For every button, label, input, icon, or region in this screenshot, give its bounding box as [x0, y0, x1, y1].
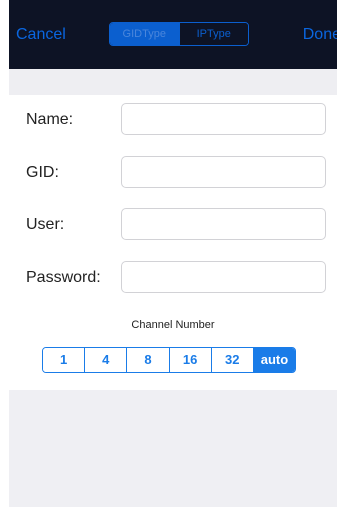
name-field[interactable]	[121, 103, 326, 135]
password-label: Password:	[26, 269, 101, 286]
channel-number-title: Channel Number	[131, 319, 215, 331]
user-row: User:	[9, 208, 337, 242]
segment-ip-type[interactable]: IPType	[178, 23, 248, 45]
user-field[interactable]	[121, 208, 326, 240]
user-label: User:	[26, 216, 65, 233]
channel-option-4[interactable]: 4	[84, 348, 127, 372]
navigation-bar: Cancel GIDType IPType Done	[9, 0, 337, 69]
gid-field[interactable]	[121, 156, 326, 188]
channel-option-auto[interactable]: auto	[252, 348, 295, 372]
done-button[interactable]: Done	[303, 25, 337, 45]
channel-number-segmented-control: 1 4 8 16 32 auto	[42, 347, 296, 373]
name-row: Name:	[9, 103, 337, 137]
gid-row: GID:	[9, 156, 337, 190]
bottom-empty-area	[9, 390, 337, 507]
channel-option-1[interactable]: 1	[43, 348, 85, 372]
channel-option-16[interactable]: 16	[168, 348, 211, 372]
segment-gid-type[interactable]: GIDType	[110, 23, 179, 45]
section-separator	[9, 69, 337, 95]
name-label: Name:	[26, 111, 74, 128]
cancel-button[interactable]: Cancel	[16, 25, 66, 45]
channel-option-32[interactable]: 32	[210, 348, 253, 372]
gid-label: GID:	[26, 164, 59, 181]
password-row: Password:	[9, 261, 337, 295]
password-field[interactable]	[121, 261, 326, 293]
connection-type-segmented-control: GIDType IPType	[109, 22, 249, 46]
edit-device-screen: Cancel GIDType IPType Done Name: GID: Us…	[9, 0, 337, 507]
channel-option-8[interactable]: 8	[126, 348, 169, 372]
